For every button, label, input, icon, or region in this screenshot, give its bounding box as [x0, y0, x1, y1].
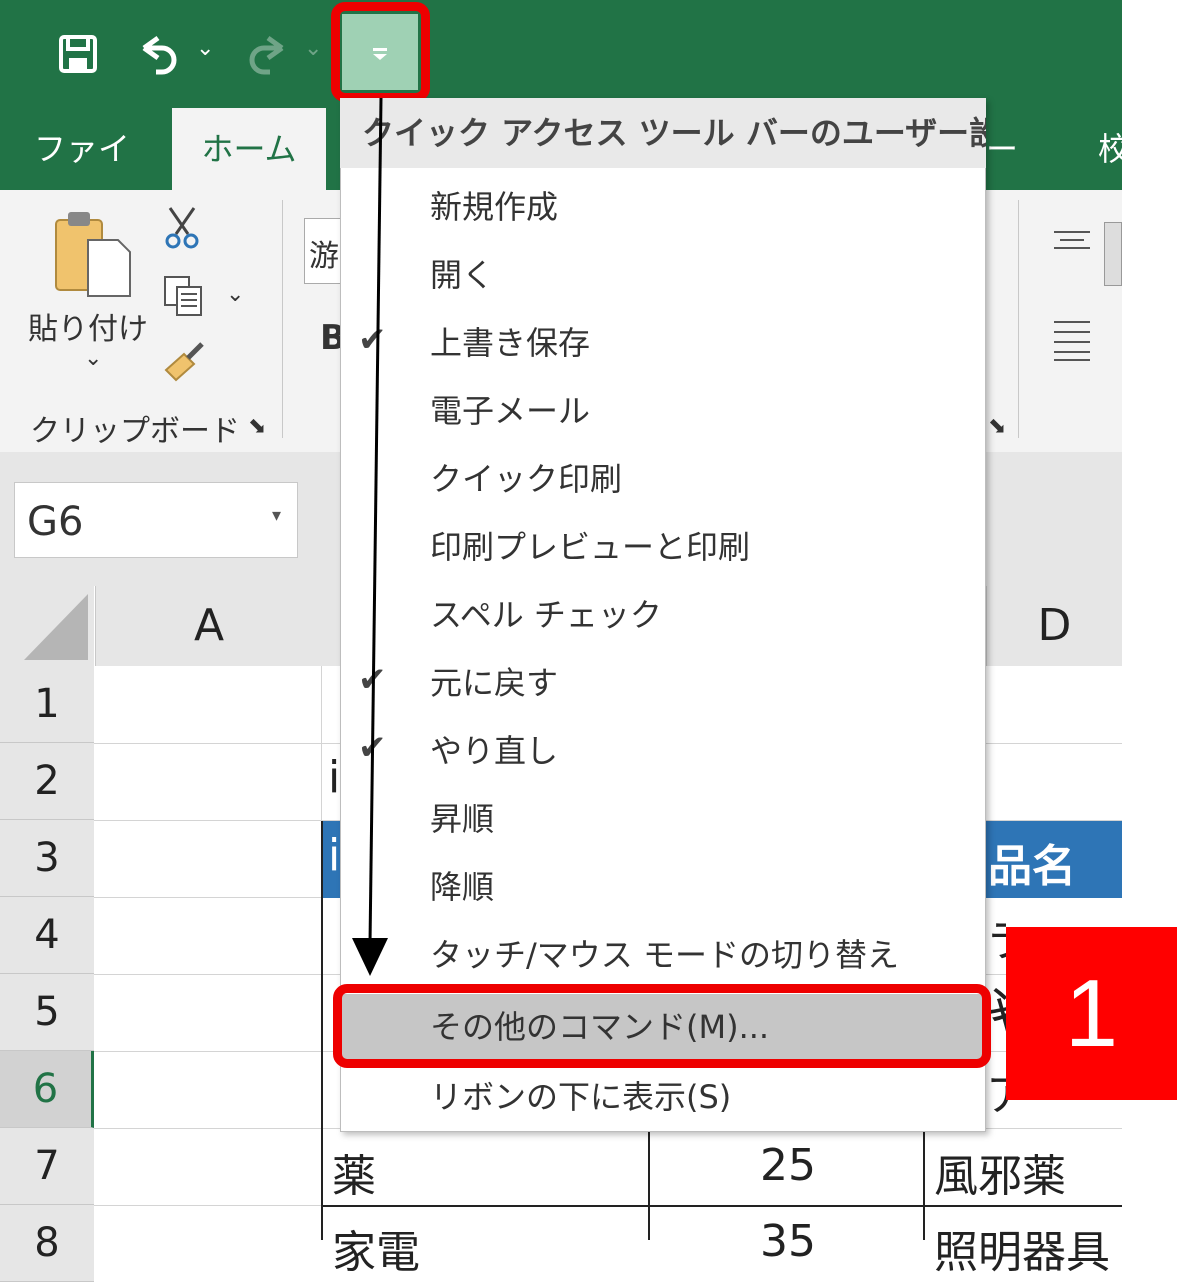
undo-dropdown-icon[interactable]: ⌄: [196, 36, 214, 61]
name-box-value: G6: [27, 499, 84, 545]
row-header-1[interactable]: 1: [0, 666, 94, 743]
arrow-annotation: [350, 96, 400, 980]
paste-button[interactable]: [52, 210, 132, 300]
menu-item-new[interactable]: 新規作成: [341, 174, 985, 240]
row-header-3[interactable]: 3: [0, 820, 94, 897]
table-border-col2: [648, 1128, 650, 1240]
copy-dropdown-icon[interactable]: ⌄: [226, 282, 244, 307]
step-number-badge: 1: [1006, 927, 1177, 1100]
font-name-box[interactable]: 游: [304, 218, 344, 284]
customize-highlight-box: [331, 2, 430, 102]
ribbon-divider: [282, 200, 283, 438]
grid-line-vertical: [321, 666, 322, 820]
column-header-a[interactable]: A: [95, 586, 323, 666]
cell-b7[interactable]: 薬: [332, 1140, 376, 1204]
menu-item-touch-mode[interactable]: タッチ/マウス モードの切り替え: [341, 922, 985, 988]
row-header-7[interactable]: 7: [0, 1128, 94, 1205]
tab-home[interactable]: ホーム: [172, 108, 326, 190]
menu-item-spell-check[interactable]: スペル チェック: [341, 582, 985, 648]
align-left-icon[interactable]: [1052, 318, 1092, 362]
name-box[interactable]: G6 ▾: [14, 482, 298, 558]
menu-title: クイック アクセス ツール バーのユーザー設定: [340, 98, 986, 168]
font-launcher-icon[interactable]: ⬊: [988, 414, 1006, 439]
tab-data[interactable]: ータ: [986, 108, 1046, 250]
row-header-5[interactable]: 5: [0, 974, 94, 1051]
menu-item-print-preview[interactable]: 印刷プレビューと印刷: [341, 514, 985, 580]
cell-b2[interactable]: i: [328, 752, 340, 803]
clipboard-icon: [55, 212, 131, 297]
menu-item-undo[interactable]: 元に戻す: [341, 650, 985, 716]
table-header-product[interactable]: 品名: [988, 830, 1076, 894]
menu-item-save[interactable]: 上書き保存: [341, 310, 985, 376]
redo-dropdown-icon[interactable]: ⌄: [304, 36, 322, 61]
select-all-corner[interactable]: [0, 586, 94, 666]
font-name-value: 游: [309, 239, 339, 274]
row-header-4[interactable]: 4: [0, 897, 94, 974]
menu-item-show-below-ribbon[interactable]: リボンの下に表示(S): [341, 1064, 985, 1130]
row-header-6[interactable]: 6: [0, 1051, 94, 1128]
save-icon[interactable]: [58, 34, 98, 74]
cut-icon[interactable]: [162, 206, 202, 250]
ribbon-divider-2: [1018, 200, 1019, 438]
table-header-b[interactable]: i: [328, 830, 340, 881]
copy-icon[interactable]: [162, 274, 206, 318]
redo-icon[interactable]: [244, 34, 290, 76]
cell-d7[interactable]: 風邪薬: [934, 1140, 1066, 1204]
menu-item-sort-asc[interactable]: 昇順: [341, 786, 985, 852]
paste-label: 貼り付け: [28, 312, 148, 347]
tab-review[interactable]: 校: [1098, 108, 1122, 190]
table-border-row7: [322, 1205, 1122, 1207]
wrap-box-partial[interactable]: [1104, 222, 1122, 286]
menu-item-open[interactable]: 開く: [341, 242, 985, 308]
clipboard-group-label: クリップボード: [30, 414, 240, 449]
menu-item-email[interactable]: 電子メール: [341, 378, 985, 444]
tab-file[interactable]: ファイル: [34, 108, 154, 250]
undo-icon[interactable]: [136, 34, 182, 76]
paste-dropdown-icon[interactable]: ⌄: [84, 346, 102, 371]
cell-d8[interactable]: 照明器具: [934, 1216, 1110, 1280]
more-commands-highlight-box: [333, 984, 991, 1068]
cell-c8[interactable]: 35: [760, 1216, 816, 1267]
format-painter-icon[interactable]: [162, 340, 208, 386]
align-top-icon[interactable]: [1052, 228, 1092, 252]
name-box-dropdown-icon[interactable]: ▾: [272, 505, 281, 526]
menu-item-quick-print[interactable]: クイック印刷: [341, 446, 985, 512]
step-number: 1: [1064, 960, 1119, 1067]
menu-item-sort-desc[interactable]: 降順: [341, 854, 985, 920]
clipboard-launcher-icon[interactable]: ⬊: [248, 414, 266, 439]
menu-item-redo[interactable]: やり直し: [341, 718, 985, 784]
table-border-left: [321, 821, 323, 1240]
cell-c7[interactable]: 25: [760, 1140, 816, 1191]
cell-b8[interactable]: 家電: [332, 1216, 420, 1280]
column-header-d[interactable]: D: [986, 586, 1122, 666]
row-header-8[interactable]: 8: [0, 1205, 94, 1282]
row-header-2[interactable]: 2: [0, 743, 94, 820]
